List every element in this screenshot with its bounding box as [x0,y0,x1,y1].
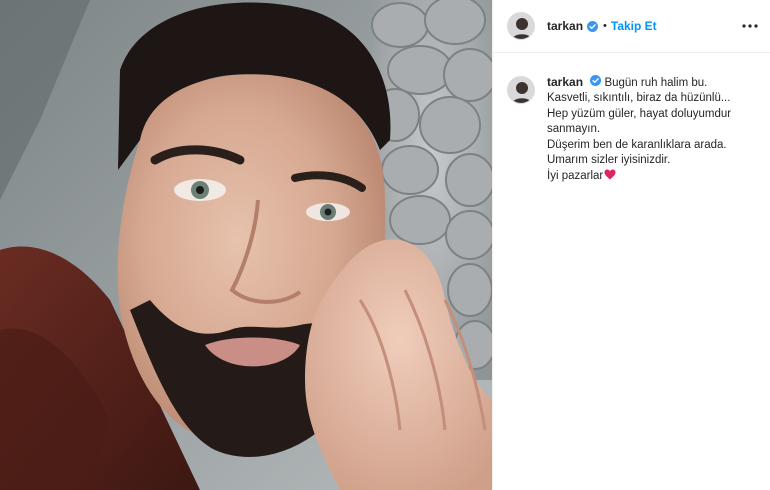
caption-first-line: tarkan Bugün ruh halim bu. [547,74,747,91]
instagram-post: tarkan • Takip Et tarkan Bugün ruh halim… [0,0,770,490]
username[interactable]: tarkan [547,19,583,33]
caption-line: Hep yüzüm güler, hayat doluyumdur [547,107,732,120]
selfie-illustration [0,0,492,490]
avatar-image [508,77,534,103]
caption-line: Düşerim ben de karanlıklara arada. [547,138,727,151]
caption-line: Bugün ruh halim bu. [604,77,708,89]
caption-username[interactable]: tarkan [547,75,583,89]
more-dots-icon[interactable] [741,19,759,33]
verified-badge-icon [587,20,599,32]
caption-line: Umarım sizler iyisinizdir. [547,154,671,166]
caption-line: İyi pazarlar [547,169,604,182]
caption-text: tarkan Bugün ruh halim bu. Kasvetli, sık… [547,74,747,184]
caption-line: sanmayın. [547,123,601,135]
post-side-panel: tarkan • Takip Et tarkan Bugün ruh halim… [492,0,770,490]
red-heart-icon [604,169,616,180]
follow-button[interactable]: Takip Et [611,19,657,33]
post-header: tarkan • Takip Et [493,0,770,53]
caption-avatar[interactable] [507,76,535,104]
caption-line: Kasvetli, sıkıntılı, biraz da hüzünlü... [547,92,731,104]
post-photo[interactable] [0,0,492,490]
caption-last-line: İyi pazarlar [547,169,747,185]
avatar[interactable] [507,12,535,40]
avatar-image [508,13,534,39]
post-caption: tarkan Bugün ruh halim bu. Kasvetli, sık… [507,74,759,184]
verified-badge-icon [590,75,602,86]
separator-dot: • [603,20,607,32]
